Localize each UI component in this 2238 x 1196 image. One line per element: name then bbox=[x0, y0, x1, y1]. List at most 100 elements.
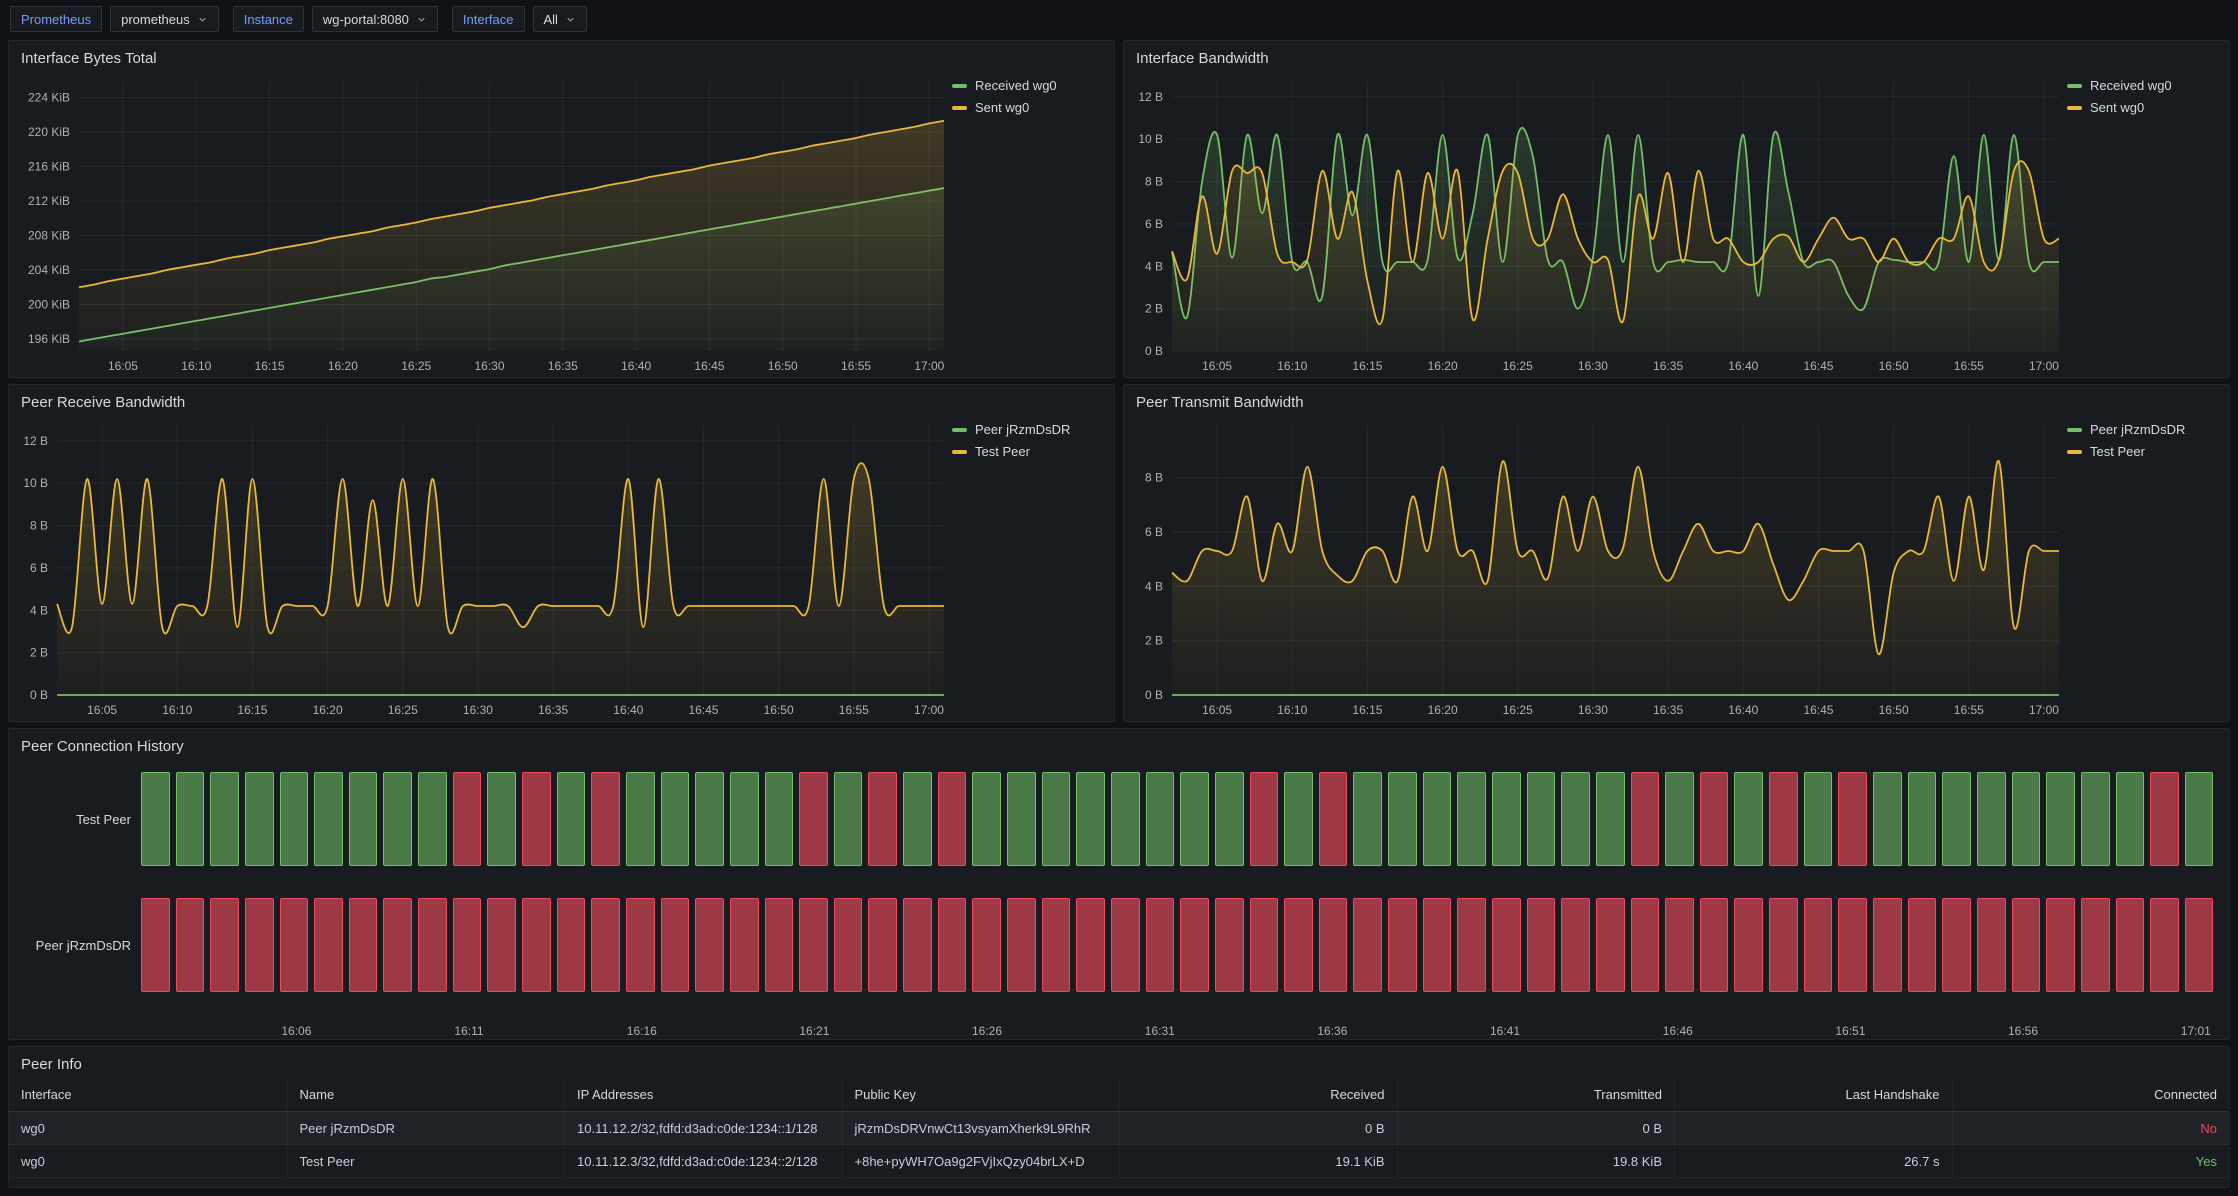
panel-title[interactable]: Peer Info bbox=[9, 1047, 2229, 1076]
status-cell-connected[interactable] bbox=[1804, 772, 1833, 866]
status-cell-connected[interactable] bbox=[1284, 772, 1313, 866]
status-cell-connected[interactable] bbox=[349, 772, 378, 866]
legend-item[interactable]: Test Peer bbox=[952, 444, 1108, 459]
status-cell-connected[interactable] bbox=[1215, 772, 1244, 866]
status-cell-disconnected[interactable] bbox=[245, 898, 274, 992]
status-cell-connected[interactable] bbox=[2185, 772, 2214, 866]
status-cell-disconnected[interactable] bbox=[1527, 898, 1556, 992]
status-cell-disconnected[interactable] bbox=[834, 898, 863, 992]
status-cell-disconnected[interactable] bbox=[349, 898, 378, 992]
status-cell-disconnected[interactable] bbox=[1631, 898, 1660, 992]
status-cell-disconnected[interactable] bbox=[2150, 772, 2179, 866]
status-cell-disconnected[interactable] bbox=[1942, 898, 1971, 992]
status-cell-connected[interactable] bbox=[765, 772, 794, 866]
status-cell-disconnected[interactable] bbox=[1769, 898, 1798, 992]
status-cell-disconnected[interactable] bbox=[1319, 772, 1348, 866]
status-cell-connected[interactable] bbox=[2012, 772, 2041, 866]
status-cell-connected[interactable] bbox=[834, 772, 863, 866]
status-cell-connected[interactable] bbox=[2046, 772, 2075, 866]
variable-value-interface[interactable]: All bbox=[533, 6, 587, 32]
status-cell-disconnected[interactable] bbox=[557, 898, 586, 992]
status-cell-disconnected[interactable] bbox=[972, 898, 1001, 992]
table-header-last-handshake[interactable]: Last Handshake bbox=[1674, 1078, 1952, 1111]
status-cell-disconnected[interactable] bbox=[487, 898, 516, 992]
variable-value-prometheus[interactable]: prometheus bbox=[110, 6, 219, 32]
panel-title[interactable]: Peer Connection History bbox=[9, 729, 2229, 758]
status-cell-disconnected[interactable] bbox=[868, 898, 897, 992]
status-cell-disconnected[interactable] bbox=[868, 772, 897, 866]
status-cell-connected[interactable] bbox=[383, 772, 412, 866]
status-cell-connected[interactable] bbox=[1942, 772, 1971, 866]
status-cell-connected[interactable] bbox=[1665, 772, 1694, 866]
status-cell-connected[interactable] bbox=[557, 772, 586, 866]
status-cell-disconnected[interactable] bbox=[1734, 898, 1763, 992]
status-cell-disconnected[interactable] bbox=[1804, 898, 1833, 992]
status-cell-disconnected[interactable] bbox=[938, 898, 967, 992]
status-cell-connected[interactable] bbox=[1873, 772, 1902, 866]
status-cell-disconnected[interactable] bbox=[626, 898, 655, 992]
status-cell-connected[interactable] bbox=[1180, 772, 1209, 866]
status-cell-disconnected[interactable] bbox=[280, 898, 309, 992]
status-cell-disconnected[interactable] bbox=[1076, 898, 1105, 992]
status-cell-disconnected[interactable] bbox=[522, 898, 551, 992]
status-cell-connected[interactable] bbox=[626, 772, 655, 866]
status-cell-disconnected[interactable] bbox=[1146, 898, 1175, 992]
status-cell-disconnected[interactable] bbox=[2150, 898, 2179, 992]
table-header-connected[interactable]: Connected bbox=[1952, 1078, 2230, 1111]
status-cell-disconnected[interactable] bbox=[1111, 898, 1140, 992]
status-cell-disconnected[interactable] bbox=[1180, 898, 1209, 992]
status-cell-connected[interactable] bbox=[1527, 772, 1556, 866]
status-cell-disconnected[interactable] bbox=[903, 898, 932, 992]
status-cell-disconnected[interactable] bbox=[1215, 898, 1244, 992]
status-cell-connected[interactable] bbox=[1457, 772, 1486, 866]
legend-item[interactable]: Sent wg0 bbox=[952, 100, 1108, 115]
table-header-received[interactable]: Received bbox=[1119, 1078, 1397, 1111]
status-cell-connected[interactable] bbox=[903, 772, 932, 866]
legend-item[interactable]: Received wg0 bbox=[952, 78, 1108, 93]
status-cell-connected[interactable] bbox=[1734, 772, 1763, 866]
status-cell-disconnected[interactable] bbox=[695, 898, 724, 992]
status-cell-connected[interactable] bbox=[1561, 772, 1590, 866]
table-header-name[interactable]: Name bbox=[287, 1078, 565, 1111]
status-cell-disconnected[interactable] bbox=[1388, 898, 1417, 992]
status-cell-disconnected[interactable] bbox=[1457, 898, 1486, 992]
legend-item[interactable]: Peer jRzmDsDR bbox=[952, 422, 1108, 437]
status-cell-disconnected[interactable] bbox=[2012, 898, 2041, 992]
status-cell-connected[interactable] bbox=[1596, 772, 1625, 866]
status-cell-connected[interactable] bbox=[1042, 772, 1071, 866]
status-cell-disconnected[interactable] bbox=[1838, 772, 1867, 866]
panel-title[interactable]: Interface Bytes Total bbox=[9, 41, 1114, 70]
status-cell-connected[interactable] bbox=[210, 772, 239, 866]
status-cell-disconnected[interactable] bbox=[141, 898, 170, 992]
status-cell-disconnected[interactable] bbox=[1700, 898, 1729, 992]
status-cell-connected[interactable] bbox=[1492, 772, 1521, 866]
status-cell-disconnected[interactable] bbox=[1492, 898, 1521, 992]
status-cell-connected[interactable] bbox=[730, 772, 759, 866]
status-cell-disconnected[interactable] bbox=[799, 772, 828, 866]
status-cell-disconnected[interactable] bbox=[591, 772, 620, 866]
status-cell-disconnected[interactable] bbox=[661, 898, 690, 992]
status-cell-disconnected[interactable] bbox=[314, 898, 343, 992]
status-cell-connected[interactable] bbox=[661, 772, 690, 866]
status-cell-disconnected[interactable] bbox=[522, 772, 551, 866]
status-cell-disconnected[interactable] bbox=[1319, 898, 1348, 992]
status-cell-connected[interactable] bbox=[1146, 772, 1175, 866]
status-cell-disconnected[interactable] bbox=[2185, 898, 2214, 992]
status-cell-disconnected[interactable] bbox=[591, 898, 620, 992]
legend-item[interactable]: Sent wg0 bbox=[2067, 100, 2223, 115]
legend-item[interactable]: Peer jRzmDsDR bbox=[2067, 422, 2223, 437]
status-cell-disconnected[interactable] bbox=[938, 772, 967, 866]
table-header-ip-addresses[interactable]: IP Addresses bbox=[564, 1078, 842, 1111]
status-cell-connected[interactable] bbox=[141, 772, 170, 866]
variable-value-instance[interactable]: wg-portal:8080 bbox=[312, 6, 438, 32]
peer-receive-bandwidth-chart[interactable]: 0 B2 B4 B6 B8 B10 B12 B16:0516:1016:1516… bbox=[9, 414, 952, 721]
status-cell-disconnected[interactable] bbox=[2081, 898, 2110, 992]
table-header-interface[interactable]: Interface bbox=[9, 1078, 287, 1111]
status-cell-disconnected[interactable] bbox=[418, 898, 447, 992]
status-cell-disconnected[interactable] bbox=[210, 898, 239, 992]
status-cell-connected[interactable] bbox=[245, 772, 274, 866]
status-cell-connected[interactable] bbox=[280, 772, 309, 866]
status-cell-disconnected[interactable] bbox=[1977, 898, 2006, 992]
panel-title[interactable]: Peer Transmit Bandwidth bbox=[1124, 385, 2229, 414]
status-cell-connected[interactable] bbox=[972, 772, 1001, 866]
